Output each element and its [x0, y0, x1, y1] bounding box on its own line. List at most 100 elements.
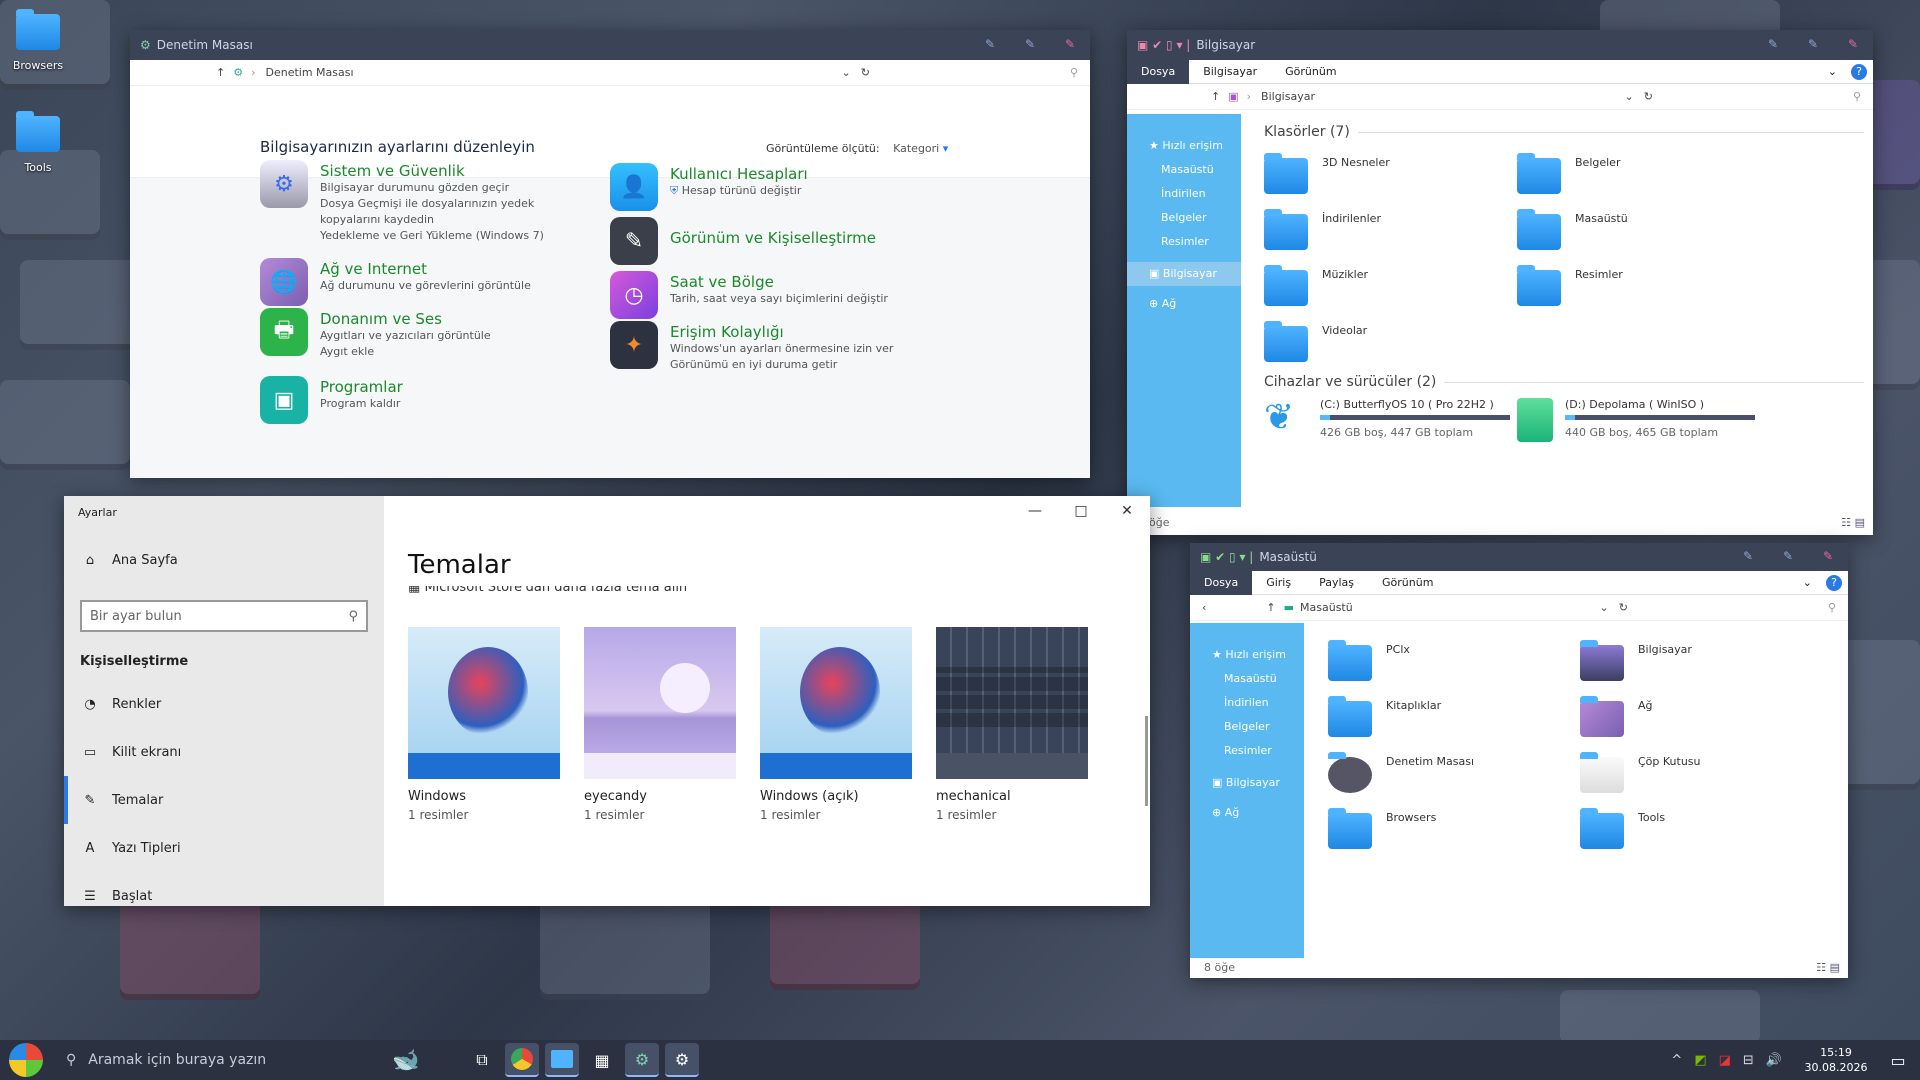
address-path[interactable]: Bilgisayar: [1261, 90, 1315, 103]
item-browsers[interactable]: Browsers: [1328, 807, 1436, 849]
settings-search-box[interactable]: Bir ayar bulun ⚲: [80, 600, 368, 632]
drive-c[interactable]: ❦ (C:) ButterflyOS 10 ( Pro 22H2 ) 426 GB…: [1264, 398, 1510, 442]
nav-downloads[interactable]: İndirilen: [1127, 182, 1241, 206]
nav-network[interactable]: ⊕ Ağ: [1190, 801, 1304, 825]
help-icon[interactable]: ?: [1851, 63, 1867, 80]
category-link[interactable]: Yedekleme ve Geri Yükleme (Windows 7): [320, 228, 590, 244]
maximize-button[interactable]: ✎: [1778, 549, 1798, 565]
up-arrow-icon[interactable]: ↑: [1211, 90, 1220, 103]
up-arrow-icon[interactable]: ↑: [1266, 601, 1275, 614]
tab-file[interactable]: Dosya: [1190, 570, 1253, 595]
folder-3d-objects[interactable]: 3D Nesneler: [1264, 152, 1390, 194]
theme-eyecandy[interactable]: eyecandy 1 resimler: [584, 627, 736, 822]
nvidia-icon[interactable]: ◩: [1694, 1053, 1706, 1068]
category-hardware-sound[interactable]: 🖶 Donanım ve Ses Aygıtları ve yazıcıları…: [260, 308, 491, 360]
nav-documents[interactable]: Belgeler: [1127, 206, 1241, 230]
nav-themes[interactable]: ✎ Temalar: [64, 776, 384, 824]
drive-d[interactable]: (D:) Depolama ( WinISO ) 440 GB boş, 465 …: [1517, 398, 1755, 442]
chevron-down-icon[interactable]: ⌄: [1789, 571, 1826, 595]
view-toggle-icons[interactable]: ☷ ▤: [1816, 961, 1840, 974]
category-title[interactable]: Görünüm ve Kişiselleştirme: [670, 229, 876, 247]
file-explorer-taskbar-icon[interactable]: [545, 1043, 579, 1077]
scrollbar[interactable]: [1145, 716, 1148, 806]
maximize-button[interactable]: ✎: [1020, 37, 1040, 53]
folder-documents[interactable]: Belgeler: [1517, 152, 1620, 194]
theme-windows[interactable]: Windows 1 resimler: [408, 627, 560, 822]
nav-home[interactable]: ⌂ Ana Sayfa: [64, 536, 178, 584]
nav-desktop[interactable]: Masaüstü: [1127, 158, 1241, 182]
category-title[interactable]: Saat ve Bölge: [670, 273, 888, 291]
nav-quick-access[interactable]: ★ Hızlı erişim: [1127, 134, 1241, 158]
category-link[interactable]: Görünümü en iyi duruma getir: [670, 357, 893, 373]
item-libraries[interactable]: Kitaplıklar: [1328, 695, 1441, 737]
category-link[interactable]: Dosya Geçmişi ile dosyalarınızın yedek k…: [320, 196, 590, 228]
category-title[interactable]: Programlar: [320, 378, 403, 396]
settings-taskbar-icon[interactable]: ⚙: [665, 1043, 699, 1077]
tab-file[interactable]: Dosya: [1127, 59, 1190, 84]
nav-start[interactable]: ☰ Başlat: [64, 872, 384, 920]
amd-icon[interactable]: ◪: [1719, 1053, 1731, 1068]
close-button[interactable]: ✎: [1060, 37, 1080, 53]
theme-windows-light[interactable]: Windows (açık) 1 resimler: [760, 627, 912, 822]
start-button[interactable]: [0, 1040, 52, 1080]
clock[interactable]: 15:19 30.08.2026: [1796, 1045, 1876, 1075]
chevron-down-icon[interactable]: ⌄: [1814, 60, 1851, 84]
category-title[interactable]: Erişim Kolaylığı: [670, 323, 893, 341]
drives-group-header[interactable]: Cihazlar ve sürücüler (2): [1264, 374, 1864, 390]
nav-computer[interactable]: ▣ Bilgisayar: [1127, 262, 1241, 286]
minimize-button[interactable]: —: [1012, 503, 1058, 519]
nav-pictures[interactable]: Resimler: [1127, 230, 1241, 254]
volume-icon[interactable]: 🔊: [1766, 1053, 1782, 1068]
view-by-dropdown[interactable]: Kategori: [893, 142, 939, 155]
close-button[interactable]: ✎: [1843, 37, 1863, 53]
desktop-icon-browsers[interactable]: Browsers: [0, 9, 76, 72]
category-link[interactable]: Windows'un ayarları önermesine izin ver: [670, 341, 893, 357]
category-link[interactable]: Aygıt ekle: [320, 344, 491, 360]
maximize-button[interactable]: □: [1058, 503, 1104, 519]
tab-home[interactable]: Giriş: [1252, 571, 1305, 595]
nav-computer[interactable]: ▣ Bilgisayar: [1190, 771, 1304, 795]
nav-network[interactable]: ⊕ Ağ: [1127, 292, 1241, 316]
help-icon[interactable]: ?: [1826, 574, 1842, 591]
address-path[interactable]: Masaüstü: [1300, 601, 1353, 614]
folder-videos[interactable]: Videolar: [1264, 320, 1367, 362]
theme-mechanical[interactable]: mechanical 1 resimler: [936, 627, 1088, 822]
folder-downloads[interactable]: İndirilenler: [1264, 208, 1381, 250]
dropdown-arrow-icon[interactable]: ▾: [943, 142, 949, 155]
item-network[interactable]: Ağ: [1580, 695, 1653, 737]
category-programs[interactable]: ▣ Programlar Program kaldır: [260, 376, 403, 424]
task-view-icon[interactable]: ⧉: [465, 1043, 499, 1077]
chrome-taskbar-icon[interactable]: [505, 1043, 539, 1077]
up-arrow-icon[interactable]: ↑: [216, 66, 225, 79]
close-button[interactable]: ✎: [1818, 549, 1838, 565]
tab-view[interactable]: Görünüm: [1368, 571, 1447, 595]
category-title[interactable]: Sistem ve Güvenlik: [320, 162, 590, 180]
folder-music[interactable]: Müzikler: [1264, 264, 1368, 306]
category-link[interactable]: Program kaldır: [320, 396, 403, 412]
chevron-up-icon[interactable]: ^: [1671, 1053, 1682, 1068]
chevron-down-icon[interactable]: ⌄: [1625, 90, 1634, 103]
category-title[interactable]: Ağ ve Internet: [320, 260, 531, 278]
category-title[interactable]: Kullanıcı Hesapları: [670, 165, 808, 183]
folder-pictures[interactable]: Resimler: [1517, 264, 1623, 306]
taskbar-search-input[interactable]: Aramak için buraya yazın: [88, 1052, 266, 1068]
category-link[interactable]: Ağ durumunu ve görevlerini görüntüle: [320, 278, 531, 294]
chevron-down-icon[interactable]: ⌄: [1600, 601, 1609, 614]
refresh-icon[interactable]: ↻: [1619, 601, 1628, 614]
category-link[interactable]: ⛨ Hesap türünü değiştir: [670, 183, 808, 199]
search-icon[interactable]: ⚲: [348, 609, 358, 624]
desktop-icon-tools[interactable]: Tools: [0, 111, 76, 174]
item-pclx[interactable]: PClx: [1328, 639, 1410, 681]
store-link[interactable]: ▦ Microsoft Store'dan daha fazla tema al…: [408, 586, 687, 594]
control-panel-taskbar-icon[interactable]: ⚙: [625, 1043, 659, 1077]
nav-downloads[interactable]: İndirilen: [1190, 691, 1304, 715]
nav-colors[interactable]: ◔ Renkler: [64, 680, 384, 728]
network-tray-icon[interactable]: ⊟: [1743, 1053, 1754, 1068]
search-icon[interactable]: ⚲: [1828, 601, 1836, 614]
minimize-button[interactable]: ✎: [980, 37, 1000, 53]
category-system-security[interactable]: ⚙ Sistem ve Güvenlik Bilgisayar durumunu…: [260, 160, 590, 244]
minimize-button[interactable]: ✎: [1738, 549, 1758, 565]
category-accessibility[interactable]: ✦ Erişim Kolaylığı Windows'un ayarları ö…: [610, 321, 893, 373]
refresh-icon[interactable]: ↻: [861, 66, 870, 79]
category-title[interactable]: Donanım ve Ses: [320, 310, 491, 328]
